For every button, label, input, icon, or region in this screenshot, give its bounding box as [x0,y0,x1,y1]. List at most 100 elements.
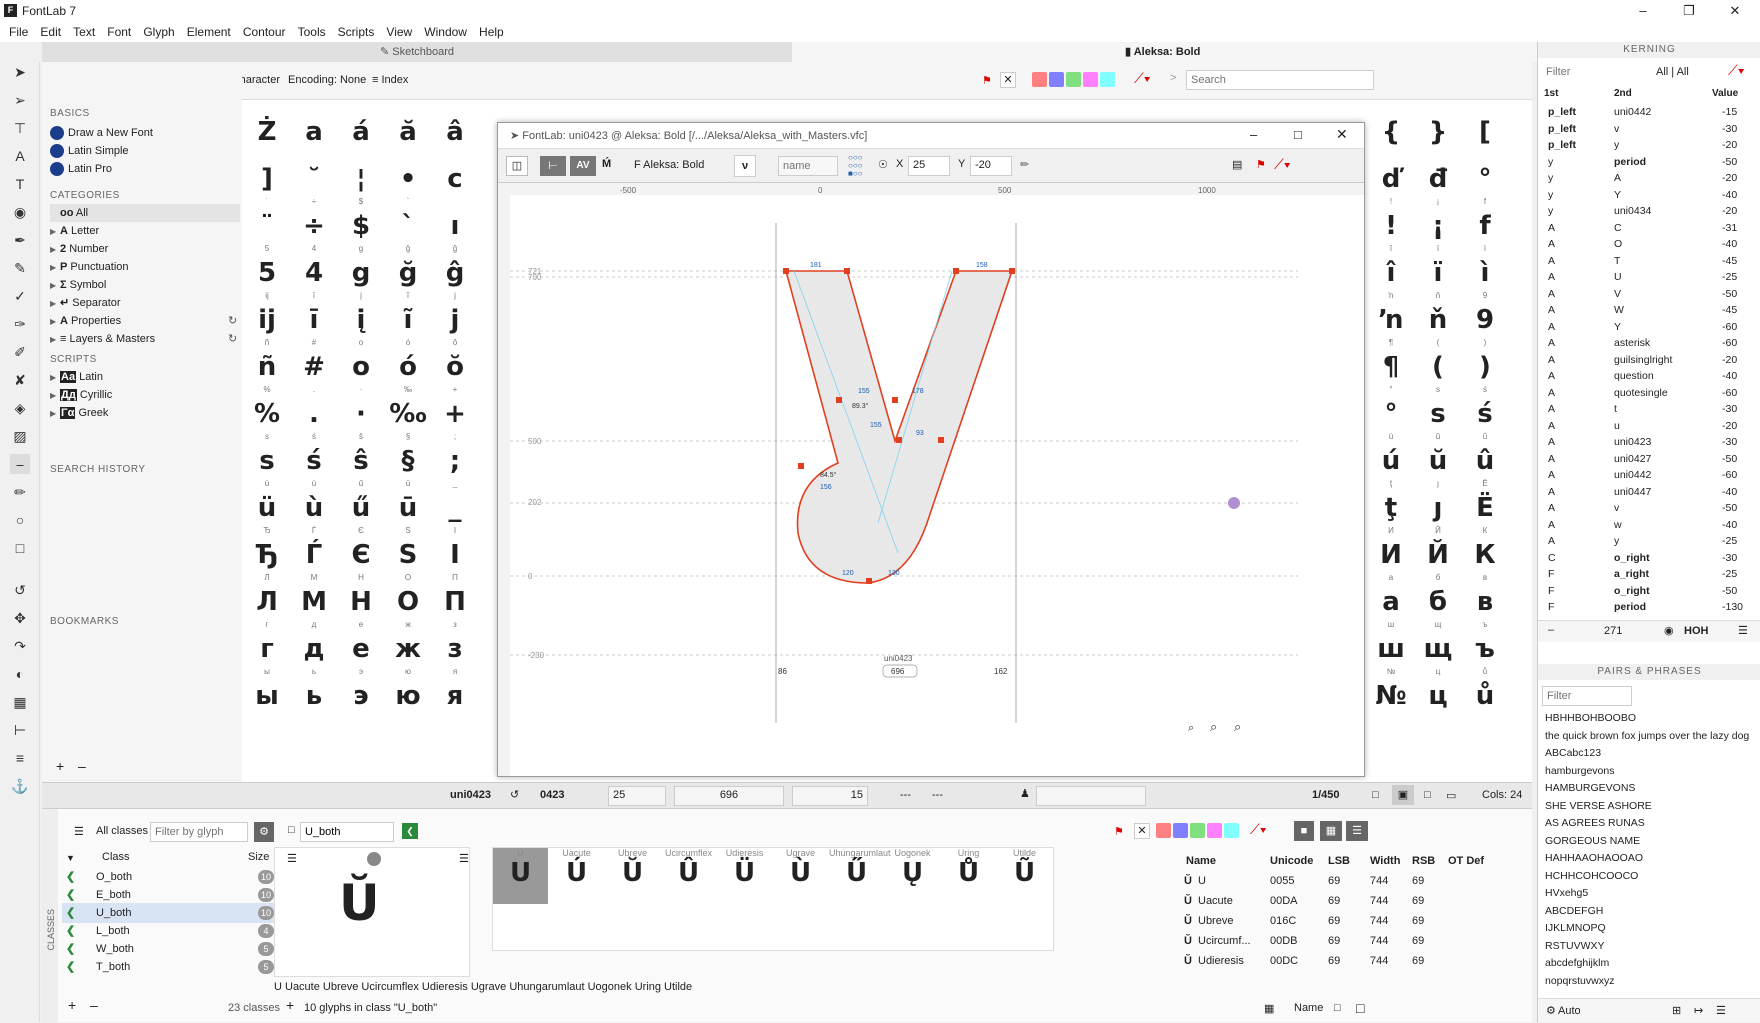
kerning-preview[interactable]: HOH [1684,625,1708,637]
kerning-pair-row[interactable]: A Y -60 [1538,319,1760,336]
swatch-blue[interactable] [1049,72,1064,87]
glyph-cell[interactable]: ;; [432,431,478,477]
glyph-cell[interactable]: ¦ [338,149,384,195]
kerning-pair-row[interactable]: Fa_right -25 [1538,566,1760,583]
swatch-cyan[interactable] [1224,823,1239,838]
phrase-item[interactable]: SHE VERSE ASHORE [1545,800,1755,812]
category-punctuation[interactable]: ▶ P Punctuation [50,258,129,276]
import-icon[interactable]: ⊞ [1672,1004,1681,1017]
no-color-icon[interactable]: ⟋▾ [1728,62,1745,79]
menu-icon[interactable]: ☰ [287,852,297,865]
layers-icon[interactable]: ▤ [1232,158,1242,171]
menu-icon[interactable]: ☰ [74,825,84,838]
user-icon[interactable]: ♟ [1020,787,1030,800]
anchor-marker-icon[interactable] [1228,497,1240,509]
menu-edit[interactable]: Edit [31,22,61,39]
category-all[interactable]: oo All [50,204,240,222]
script-greek[interactable]: ▶ Γα Greek [50,404,108,422]
pin-icon[interactable]: ☉ [878,158,888,171]
kerning-pair-row[interactable]: Fperiod -130 [1538,599,1760,616]
class-name-input[interactable] [300,822,394,842]
glyph-cell[interactable]: ыы [244,666,290,712]
cell-size-medium-icon[interactable]: ▣ [1392,785,1414,805]
rsb-label[interactable]: 162 [994,667,1008,676]
glyph-cell[interactable]: â [432,102,478,148]
kerning-pair-row[interactable]: Ay -25 [1538,533,1760,550]
glyph-cell[interactable]: ° ° [1368,384,1414,430]
glyph-table-row[interactable]: Ŭ Ubreve 016C 69 744 69 [1184,911,1564,931]
glyph-cell[interactable]: ţţ [1368,478,1414,524]
pairs-filter-input[interactable] [1542,686,1632,706]
expand-icon[interactable]: ▶ [50,387,60,405]
glyph-cell[interactable]: ŏŏ [432,337,478,383]
column-unicode[interactable]: Unicode [1270,855,1313,867]
glyph-cell[interactable]: ss [244,431,290,477]
glyph-cell[interactable]: дд [291,619,337,665]
glyph-cell[interactable]: ĩĩ [385,290,431,336]
glyph-window-minimize[interactable]: – [1250,127,1257,142]
glyph-cell[interactable]: ЙЙ [1415,525,1461,571]
glyph-cell[interactable]: ОО [385,572,431,618]
glyph-cell[interactable]: цц [1415,666,1461,712]
expand-icon[interactable]: ▶ [50,295,60,313]
kerning-view-icon[interactable]: AV [570,156,596,176]
remove-bookmark-button[interactable]: – [78,758,86,774]
glyph-cell[interactable]: įį [338,290,384,336]
cell-size-small-icon[interactable]: □ [1372,789,1379,801]
menu-scripts[interactable]: Scripts [329,22,375,39]
lock-toggle-icon[interactable]: ■ [1294,821,1314,841]
kerning-pair-row[interactable]: Auni0423 -30 [1538,434,1760,451]
rectangle-tool-icon[interactable]: □ [10,538,30,558]
glyph-cell[interactable]: ŝŝ [338,431,384,477]
glyph-cell[interactable]: яя [432,666,478,712]
category-symbol[interactable]: ▶ Σ Symbol [50,276,106,294]
glyph-cell[interactable]: ъъ [1462,619,1508,665]
swatch-green[interactable] [1066,72,1081,87]
glyph-name-input[interactable] [778,156,838,176]
knife-tool-icon[interactable]: ✘ [10,370,30,390]
flag-icon[interactable]: ⚑ [1256,158,1266,171]
category-properties[interactable]: ▶ A Properties [50,312,121,330]
columns-label[interactable]: Cols: 24 [1482,789,1522,801]
menu-icon[interactable]: ☰ [1716,1004,1726,1017]
glyph-cell[interactable]: ŉŉ [1368,290,1414,336]
y-field[interactable]: -20 [970,156,1012,176]
menu-text[interactable]: Text [64,22,95,39]
phrase-item[interactable]: the quick brown fox jumps over the lazy … [1545,730,1755,742]
expand-icon[interactable]: ▶ [50,223,60,241]
large-view-icon[interactable]: □ [1356,1000,1364,1016]
column-name[interactable]: Name [1186,855,1216,867]
glyph-cell[interactable]: ` ` [385,196,431,242]
glyph-cell[interactable]: îî [1368,243,1414,289]
glyph-cell[interactable]: • [385,149,431,195]
glyph-cell[interactable]: a [291,102,337,148]
glyph-cell[interactable]: } [1415,102,1461,148]
glyph-cell[interactable]: ¡ ¡ [1415,196,1461,242]
glyph-cell[interactable]: ЅЅ [385,525,431,571]
expand-icon[interactable]: ▶ [50,331,60,349]
kerning-pair-row[interactable]: y uni0434 -20 [1538,203,1760,220]
column-rsb[interactable]: RSB [1412,855,1435,867]
tab-sketchboard[interactable]: ✎ Sketchboard [380,45,454,58]
glyph-table-row[interactable]: Ŭ Ucircumf... 00DB 69 744 69 [1184,931,1564,951]
kerning-second-header[interactable]: 2nd [1614,88,1632,99]
glyph-cell[interactable]: ММ [291,572,337,618]
refresh-icon[interactable]: ↻ [228,314,237,327]
kerning-value-header[interactable]: Value [1712,88,1738,99]
glyph-cell[interactable]: [ [1462,102,1508,148]
glyph-cell[interactable]: ЃЃ [291,525,337,571]
phrase-item[interactable]: HAMBURGEVONS [1545,782,1755,794]
basics-item-latin-pro[interactable]: Latin Pro [50,160,112,178]
glyph-table-row[interactable]: Ŭ Uacute 00DA 69 744 69 [1184,891,1564,911]
corner-tool-icon[interactable]: ↷ [10,636,30,656]
glyph-cell[interactable]: ă [385,102,431,148]
kerning-pair-row[interactable]: A V -50 [1538,286,1760,303]
select-tool-icon[interactable]: ➤ [10,62,30,82]
glyph-window-maximize[interactable]: □ [1294,127,1302,142]
glyph-cell[interactable]: щщ [1415,619,1461,665]
kerning-pair-row[interactable]: Aasterisk -60 [1538,335,1760,352]
glyph-cell[interactable]: đ [1415,149,1461,195]
kerning-pair-row[interactable]: y A -20 [1538,170,1760,187]
glyph-cell[interactable]: á [338,102,384,148]
kerning-pair-row[interactable]: A W -45 [1538,302,1760,319]
